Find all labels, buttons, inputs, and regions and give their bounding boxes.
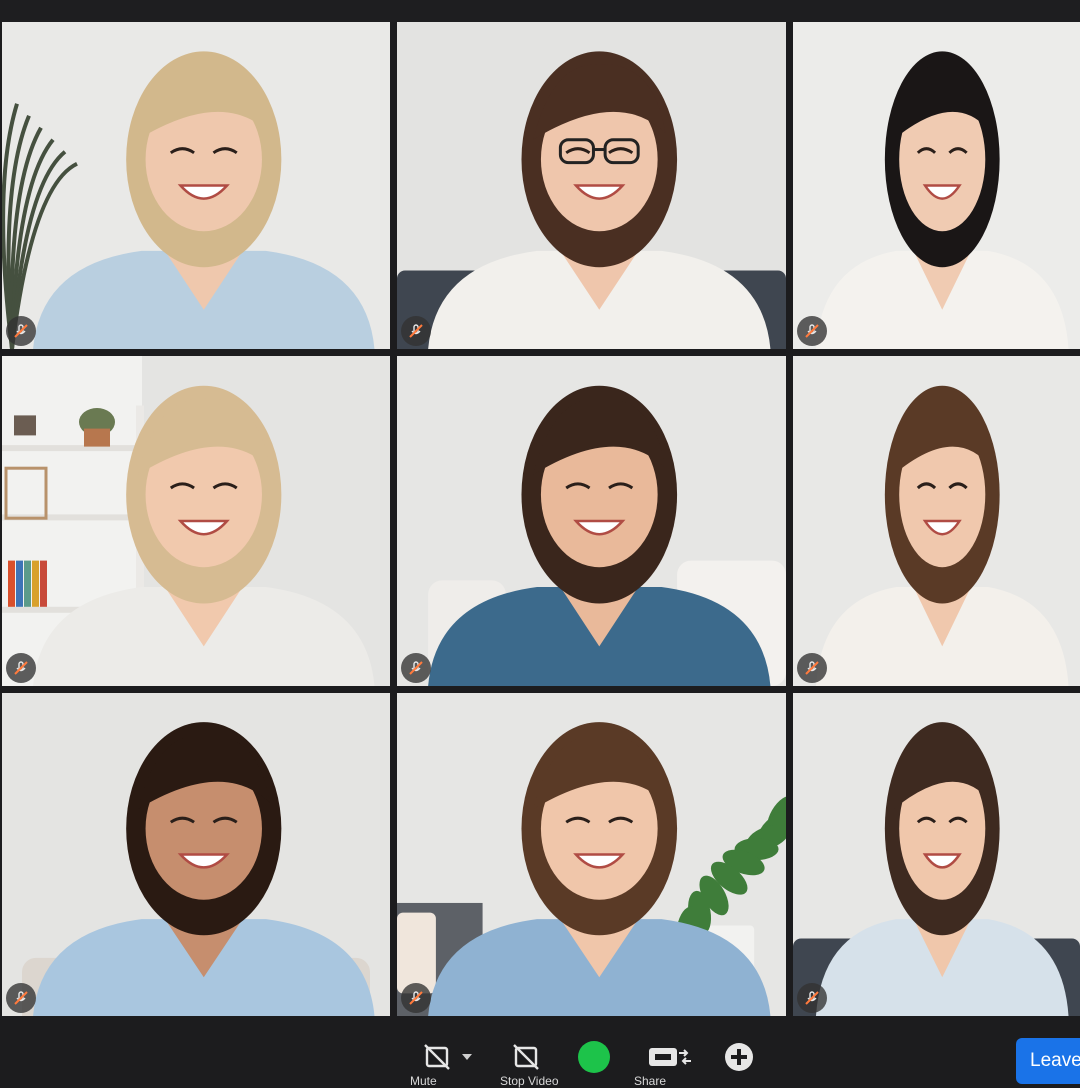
mic-muted-badge bbox=[6, 653, 36, 683]
mic-muted-badge bbox=[797, 653, 827, 683]
video-button[interactable] bbox=[510, 1040, 544, 1074]
mic-muted-badge bbox=[6, 316, 36, 346]
participant-video-tile[interactable] bbox=[2, 693, 390, 1016]
participant-grid bbox=[0, 22, 1080, 1018]
meeting-toolbar: Mute Stop Video Share Leave bbox=[0, 1018, 1080, 1088]
share-label: Share bbox=[634, 1074, 667, 1088]
mic-off-icon bbox=[409, 661, 423, 675]
video-label: Stop Video bbox=[500, 1074, 559, 1088]
participant-video-feed bbox=[815, 51, 1069, 349]
plus-circle-icon bbox=[725, 1043, 753, 1071]
leave-button[interactable]: Leave bbox=[1016, 1038, 1080, 1084]
mic-muted-badge bbox=[401, 983, 431, 1013]
participant-video-tile[interactable] bbox=[793, 693, 1080, 1016]
mic-off-icon bbox=[805, 324, 819, 338]
mic-muted-badge bbox=[797, 316, 827, 346]
share-screen-button[interactable] bbox=[646, 1040, 694, 1074]
participant-video-feed bbox=[2, 51, 375, 349]
participant-video-tile[interactable] bbox=[397, 22, 786, 349]
participant-video-feed bbox=[793, 722, 1080, 1016]
mic-off-icon bbox=[14, 991, 28, 1005]
participant-video-feed bbox=[397, 722, 786, 1016]
leave-label: Leave bbox=[1030, 1050, 1080, 1071]
mic-off-icon bbox=[805, 991, 819, 1005]
participant-video-feed bbox=[815, 385, 1069, 686]
participant-video-feed bbox=[2, 356, 375, 686]
participant-video-feed bbox=[397, 51, 786, 349]
chevron-down-icon[interactable] bbox=[460, 1052, 474, 1062]
mic-off-icon bbox=[14, 324, 28, 338]
mic-off-icon bbox=[14, 661, 28, 675]
participant-video-tile[interactable] bbox=[397, 693, 786, 1016]
add-participant-button[interactable] bbox=[722, 1040, 756, 1074]
mic-off-icon bbox=[424, 1044, 450, 1070]
mute-button[interactable] bbox=[422, 1040, 476, 1074]
participant-video-tile[interactable] bbox=[397, 356, 786, 686]
top-bar bbox=[0, 0, 1080, 22]
mute-label: Mute bbox=[410, 1074, 437, 1088]
mic-off-icon bbox=[409, 324, 423, 338]
mic-off-icon bbox=[409, 991, 423, 1005]
participant-video-tile[interactable] bbox=[793, 356, 1080, 686]
status-indicator-button[interactable] bbox=[576, 1040, 612, 1074]
active-dot-icon bbox=[578, 1041, 610, 1073]
mic-muted-badge bbox=[401, 316, 431, 346]
video-off-icon bbox=[513, 1044, 539, 1070]
mic-off-icon bbox=[805, 661, 819, 675]
mic-muted-badge bbox=[797, 983, 827, 1013]
participant-video-feed bbox=[428, 385, 786, 686]
mic-muted-badge bbox=[6, 983, 36, 1013]
share-screen-icon bbox=[649, 1048, 691, 1066]
participant-video-feed bbox=[22, 722, 375, 1016]
participant-video-tile[interactable] bbox=[793, 22, 1080, 349]
participant-video-tile[interactable] bbox=[2, 356, 390, 686]
participant-video-tile[interactable] bbox=[2, 22, 390, 349]
mic-muted-badge bbox=[401, 653, 431, 683]
